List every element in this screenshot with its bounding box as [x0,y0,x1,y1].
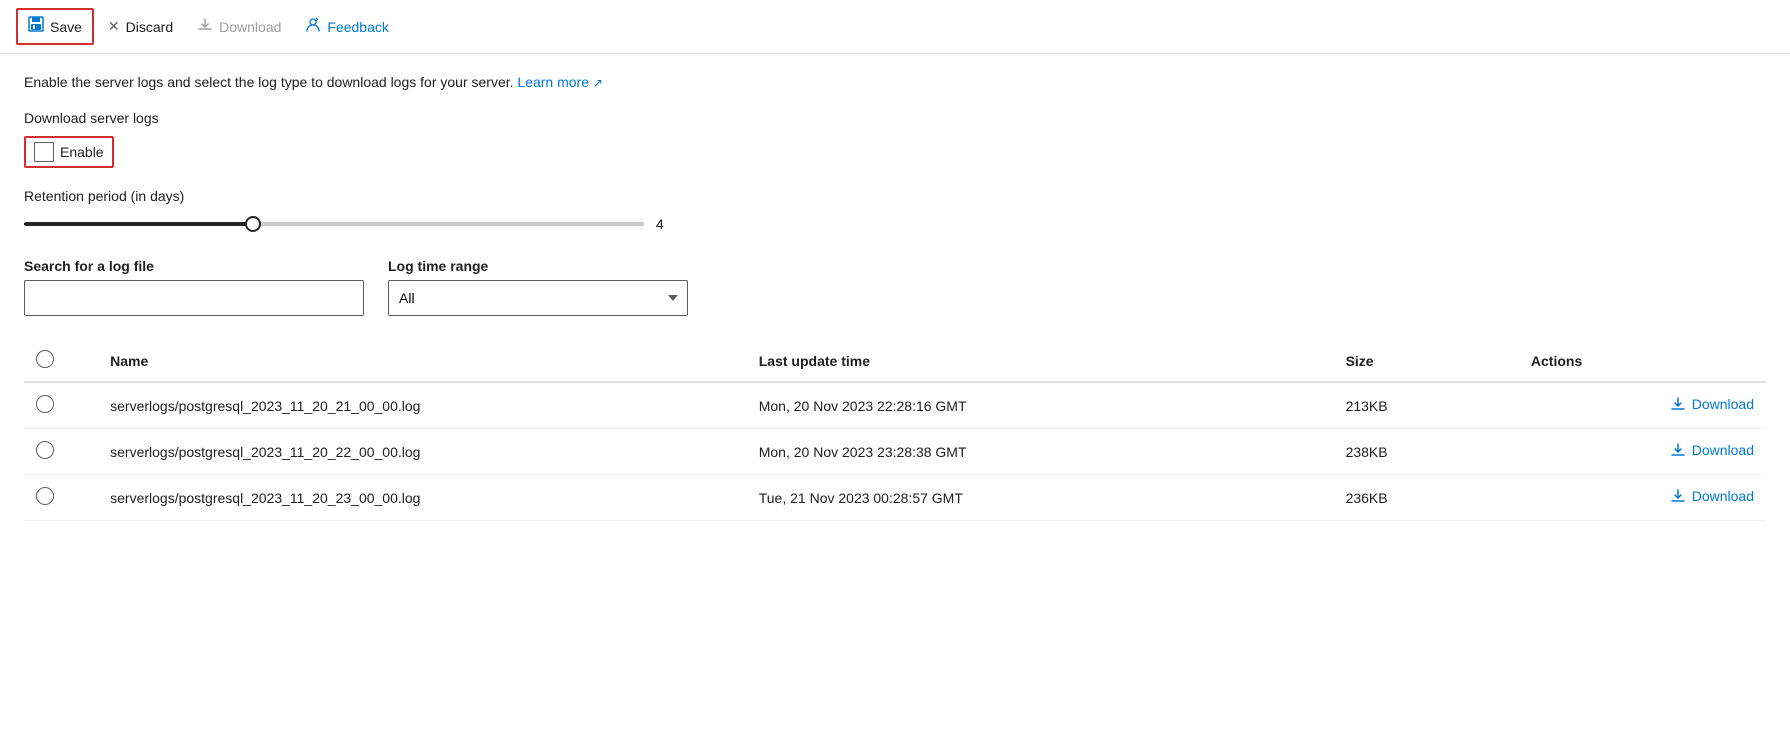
row-actions: Download [1519,429,1766,475]
row-radio-cell [24,475,98,521]
search-input[interactable] [24,280,364,316]
close-icon: ✕ [108,18,120,35]
download-icon [197,17,213,36]
download-toolbar-button[interactable]: Download [187,11,291,42]
main-content: Enable the server logs and select the lo… [0,54,1790,541]
info-description: Enable the server logs and select the lo… [24,74,1766,90]
download-action-icon [1670,442,1686,458]
table-header-name: Name [98,340,747,382]
save-icon [28,16,44,37]
row-size: 236KB [1334,475,1519,521]
enable-checkbox[interactable] [34,142,54,162]
table-row: serverlogs/postgresql_2023_11_20_23_00_0… [24,475,1766,521]
table-row: serverlogs/postgresql_2023_11_20_22_00_0… [24,429,1766,475]
download-action-icon [1670,488,1686,504]
row-radio[interactable] [36,395,54,413]
save-label: Save [50,19,82,35]
search-group: Search for a log file [24,258,364,316]
retention-slider[interactable] [24,214,644,234]
discard-button[interactable]: ✕ Discard [98,12,183,41]
table-header-last-update: Last update time [747,340,1334,382]
enable-label: Enable [60,144,104,160]
row-last-update: Mon, 20 Nov 2023 23:28:38 GMT [747,429,1334,475]
row-last-update: Tue, 21 Nov 2023 00:28:57 GMT [747,475,1334,521]
row-size: 238KB [1334,429,1519,475]
slider-thumb[interactable] [245,216,261,232]
log-time-select-wrapper: AllLast 6 hoursLast 12 hoursLast 24 hour… [388,280,688,316]
enable-toggle-row: Enable [24,136,1766,168]
download-action-label: Download [1692,442,1754,458]
slider-row: 4 [24,214,1766,234]
search-label: Search for a log file [24,258,364,274]
row-size: 213KB [1334,382,1519,429]
row-actions: Download [1519,475,1766,521]
table-row: serverlogs/postgresql_2023_11_20_21_00_0… [24,382,1766,429]
save-button[interactable]: Save [16,8,94,45]
log-table: Name Last update time Size Actions serve… [24,340,1766,521]
row-radio-cell [24,429,98,475]
table-header-radio [24,340,98,382]
row-name: serverlogs/postgresql_2023_11_20_21_00_0… [98,382,747,429]
row-radio[interactable] [36,441,54,459]
external-link-icon: ↗ [593,76,603,90]
header-radio-circle [36,350,54,368]
retention-label: Retention period (in days) [24,188,1766,204]
row-name: serverlogs/postgresql_2023_11_20_23_00_0… [98,475,747,521]
feedback-icon [305,17,321,36]
row-radio-cell [24,382,98,429]
slider-value: 4 [656,216,676,232]
download-action-label: Download [1692,396,1754,412]
download-toolbar-label: Download [219,19,281,35]
enable-toggle-wrapper: Enable [24,136,114,168]
row-last-update: Mon, 20 Nov 2023 22:28:16 GMT [747,382,1334,429]
feedback-button[interactable]: Feedback [295,11,398,42]
log-time-select[interactable]: AllLast 6 hoursLast 12 hoursLast 24 hour… [388,280,688,316]
row-actions: Download [1519,382,1766,429]
table-body: serverlogs/postgresql_2023_11_20_21_00_0… [24,382,1766,521]
log-time-label: Log time range [388,258,688,274]
retention-section: Retention period (in days) 4 [24,188,1766,234]
table-header-size: Size [1334,340,1519,382]
search-filter-row: Search for a log file Log time range All… [24,258,1766,316]
feedback-label: Feedback [327,19,388,35]
learn-more-link[interactable]: Learn more ↗ [517,74,603,90]
download-action-icon [1670,396,1686,412]
download-action-label: Download [1692,488,1754,504]
log-time-group: Log time range AllLast 6 hoursLast 12 ho… [388,258,688,316]
row-name: serverlogs/postgresql_2023_11_20_22_00_0… [98,429,747,475]
slider-track-filled [24,222,253,226]
row-radio[interactable] [36,487,54,505]
download-link[interactable]: Download [1670,396,1754,412]
table-header-actions: Actions [1519,340,1766,382]
download-link[interactable]: Download [1670,488,1754,504]
download-section-label: Download server logs [24,110,1766,126]
download-link[interactable]: Download [1670,442,1754,458]
toolbar: Save ✕ Discard Download Feedback [0,0,1790,54]
discard-label: Discard [126,19,173,35]
table-header: Name Last update time Size Actions [24,340,1766,382]
